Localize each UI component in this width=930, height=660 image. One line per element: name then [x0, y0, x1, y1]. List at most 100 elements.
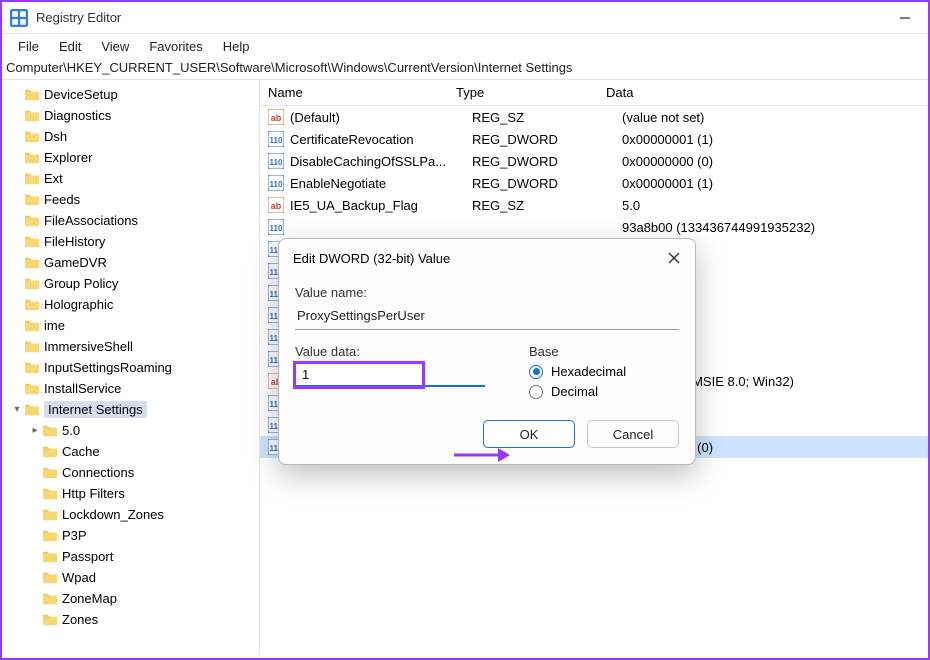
value-row[interactable]: 93a8b00 (133436744991935232) [260, 216, 928, 238]
dword-value-icon [268, 219, 284, 235]
tree-item[interactable]: FileAssociations [4, 210, 257, 231]
window-minimize-button[interactable] [890, 6, 920, 30]
tree-item[interactable]: FileHistory [4, 231, 257, 252]
tree-item[interactable]: Connections [4, 462, 257, 483]
tree-item[interactable]: Explorer [4, 147, 257, 168]
menu-view[interactable]: View [91, 36, 139, 57]
registry-tree[interactable]: DeviceSetup Diagnostics DshExplorer Ext Feed… [2, 80, 260, 654]
menu-help[interactable]: Help [213, 36, 260, 57]
folder-icon [24, 193, 40, 207]
folder-icon [24, 298, 40, 312]
col-header-name[interactable]: Name [260, 85, 456, 100]
value-name: CertificateRevocation [290, 132, 472, 147]
tree-item-label: Group Policy [44, 276, 118, 291]
value-row[interactable]: IE5_UA_Backup_FlagREG_SZ5.0 [260, 194, 928, 216]
menu-edit[interactable]: Edit [49, 36, 91, 57]
value-row[interactable]: DisableCachingOfSSLPa...REG_DWORD0x00000… [260, 150, 928, 172]
tree-item[interactable]: P3P [4, 525, 257, 546]
chevron-icon: ▸ [28, 425, 42, 436]
value-data: 0x00000000 (0) [622, 154, 928, 169]
radio-decimal[interactable]: Decimal [529, 384, 679, 399]
value-row[interactable]: EnableNegotiateREG_DWORD0x00000001 (1) [260, 172, 928, 194]
folder-icon [42, 424, 58, 438]
radio-icon [529, 365, 543, 379]
tree-item[interactable]: ZoneMap [4, 588, 257, 609]
list-header: Name Type Data [260, 80, 928, 106]
tree-item-label: Holographic [44, 297, 113, 312]
folder-icon [24, 361, 40, 375]
value-name-label: Value name: [295, 285, 679, 300]
menu-favorites[interactable]: Favorites [139, 36, 212, 57]
tree-item[interactable]: GameDVR [4, 252, 257, 273]
col-header-data[interactable]: Data [606, 85, 928, 100]
value-type: REG_DWORD [472, 176, 622, 191]
tree-item[interactable]: Diagnostics [4, 105, 257, 126]
tree-item[interactable]: Wpad [4, 567, 257, 588]
tree-item[interactable]: Http Filters [4, 483, 257, 504]
tree-item[interactable]: ▾Internet Settings [4, 399, 257, 420]
tree-item[interactable]: ImmersiveShell [4, 336, 257, 357]
ok-button[interactable]: OK [483, 420, 575, 448]
value-row[interactable]: CertificateRevocationREG_DWORD0x00000001… [260, 128, 928, 150]
tree-item-label: Feeds [44, 192, 80, 207]
dword-value-icon [268, 131, 284, 147]
radio-hexadecimal[interactable]: Hexadecimal [529, 364, 679, 379]
tree-item-label: Ext [44, 171, 63, 186]
folder-icon [42, 508, 58, 522]
window-titlebar: Registry Editor [2, 2, 928, 34]
value-row[interactable]: (Default)REG_SZ(value not set) [260, 106, 928, 128]
folder-icon [42, 445, 58, 459]
value-data: 93a8b00 (133436744991935232) [622, 220, 928, 235]
tree-item[interactable]: InputSettingsRoaming [4, 357, 257, 378]
folder-icon [24, 340, 40, 354]
tree-item-label: Zones [62, 612, 98, 627]
tree-item[interactable]: DeviceSetup [4, 84, 257, 105]
tree-item-label: P3P [62, 528, 87, 543]
tree-item[interactable]: Passport [4, 546, 257, 567]
tree-item[interactable]: ime [4, 315, 257, 336]
tree-item-label: 5.0 [62, 423, 80, 438]
value-data-input[interactable] [295, 363, 423, 387]
tree-item[interactable]: Feeds [4, 189, 257, 210]
value-data: (value not set) [622, 110, 928, 125]
folder-icon [24, 235, 40, 249]
string-value-icon [268, 109, 284, 125]
tree-item-label: FileAssociations [44, 213, 138, 228]
folder-icon [42, 571, 58, 585]
tree-item-label: InstallService [44, 381, 121, 396]
address-bar[interactable]: Computer\HKEY_CURRENT_USER\Software\Micr… [2, 58, 928, 80]
value-name: (Default) [290, 110, 472, 125]
edit-dword-dialog: Edit DWORD (32-bit) Value Value name: Pr… [278, 238, 696, 465]
value-name-field: ProxySettingsPerUser [295, 304, 679, 330]
folder-icon [42, 466, 58, 480]
dialog-close-button[interactable] [665, 249, 683, 267]
window-title: Registry Editor [36, 10, 890, 25]
tree-item-label: Diagnostics [44, 108, 111, 123]
tree-item[interactable]: ▸ 5.0 [4, 420, 257, 441]
value-type: REG_DWORD [472, 154, 622, 169]
value-type: REG_SZ [472, 110, 622, 125]
col-header-type[interactable]: Type [456, 85, 606, 100]
folder-icon [24, 319, 40, 333]
tree-item[interactable]: Lockdown_Zones [4, 504, 257, 525]
tree-item-label: InputSettingsRoaming [44, 360, 172, 375]
tree-item[interactable]: Group Policy [4, 273, 257, 294]
tree-item[interactable]: InstallService [4, 378, 257, 399]
menu-bar: File Edit View Favorites Help [2, 34, 928, 58]
tree-item[interactable]: Zones [4, 609, 257, 630]
dword-value-icon [268, 175, 284, 191]
folder-icon [42, 550, 58, 564]
tree-item[interactable]: Ext [4, 168, 257, 189]
cancel-button[interactable]: Cancel [587, 420, 679, 448]
folder-icon [42, 592, 58, 606]
tree-item[interactable]: Dsh [4, 126, 257, 147]
menu-file[interactable]: File [8, 36, 49, 57]
tree-item-label: Passport [62, 549, 113, 564]
tree-item-label: Internet Settings [44, 401, 147, 418]
folder-icon [24, 109, 40, 123]
base-label: Base [529, 344, 679, 359]
radio-dec-label: Decimal [551, 384, 598, 399]
tree-item[interactable]: Holographic [4, 294, 257, 315]
tree-item[interactable]: Cache [4, 441, 257, 462]
folder-icon [24, 382, 40, 396]
